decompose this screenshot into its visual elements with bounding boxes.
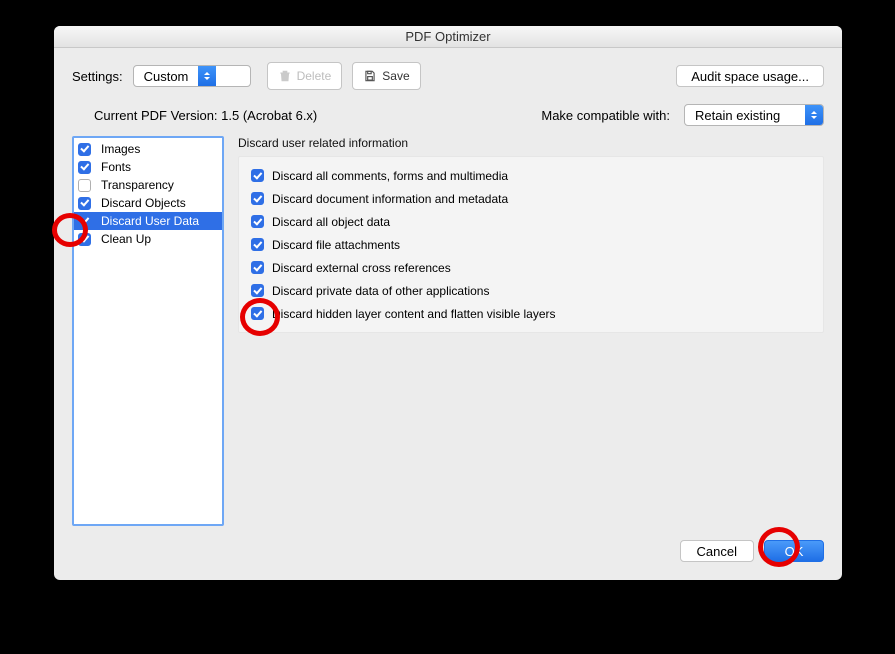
sidebar-item-label: Discard User Data [101,214,199,228]
sidebar-item-label: Discard Objects [101,196,186,210]
checkbox[interactable] [251,215,264,228]
checkbox[interactable] [78,233,91,246]
option-label: Discard hidden layer content and flatten… [272,308,556,320]
option-row: Discard external cross references [251,261,811,274]
option-label: Discard all object data [272,216,390,228]
option-row: Discard hidden layer content and flatten… [251,307,811,320]
save-button[interactable]: Save [352,62,420,90]
current-version-label: Current PDF Version: 1.5 (Acrobat 6.x) [94,108,317,123]
checkbox[interactable] [251,307,264,320]
option-row: Discard all comments, forms and multimed… [251,169,811,182]
option-row: Discard file attachments [251,238,811,251]
ok-button[interactable]: OK [764,540,824,562]
checkbox[interactable] [251,238,264,251]
compat-label: Make compatible with: [541,108,670,123]
compat-dropdown-value: Retain existing [685,108,805,123]
checkbox[interactable] [78,215,91,228]
checkbox[interactable] [78,179,91,192]
save-button-label: Save [382,69,409,83]
option-row: Discard document information and metadat… [251,192,811,205]
audit-space-usage-label: Audit space usage... [691,69,809,84]
audit-space-usage-button[interactable]: Audit space usage... [676,65,824,87]
toolbar: Settings: Custom Delete Save [72,62,824,90]
sidebar-item-label: Images [101,142,140,156]
checkbox[interactable] [251,261,264,274]
window-title: PDF Optimizer [54,26,842,48]
checkbox[interactable] [78,143,91,156]
chevron-updown-icon [805,105,823,125]
sidebar-item-label: Clean Up [101,232,151,246]
option-row: Discard all object data [251,215,811,228]
sidebar-item-images[interactable]: Images [74,140,222,158]
floppy-icon [363,69,377,83]
option-label: Discard document information and metadat… [272,193,508,205]
option-label: Discard private data of other applicatio… [272,285,489,297]
sidebar-item-transparency[interactable]: Transparency [74,176,222,194]
option-row: Discard private data of other applicatio… [251,284,811,297]
checkbox[interactable] [251,284,264,297]
sidebar-item-fonts[interactable]: Fonts [74,158,222,176]
options-pane: Discard user related information Discard… [238,136,824,333]
option-label: Discard file attachments [272,239,400,251]
trash-icon [278,69,292,83]
pane-title: Discard user related information [238,136,824,150]
settings-dropdown-value: Custom [134,69,199,84]
info-row: Current PDF Version: 1.5 (Acrobat 6.x) M… [78,104,824,126]
pdf-optimizer-window: PDF Optimizer Settings: Custom Delete [54,26,842,580]
checkbox[interactable] [78,197,91,210]
option-label: Discard external cross references [272,262,451,274]
options-box: Discard all comments, forms and multimed… [238,156,824,333]
category-sidebar: Images Fonts Transparency Discard Object… [72,136,224,526]
sidebar-item-label: Transparency [101,178,174,192]
delete-button: Delete [267,62,343,90]
sidebar-item-clean-up[interactable]: Clean Up [74,230,222,248]
cancel-button[interactable]: Cancel [680,540,754,562]
checkbox[interactable] [251,169,264,182]
dialog-footer: Cancel OK [72,540,824,562]
settings-label: Settings: [72,69,123,84]
cancel-button-label: Cancel [697,544,737,559]
sidebar-item-discard-user-data[interactable]: Discard User Data [74,212,222,230]
delete-button-label: Delete [297,69,332,83]
compat-dropdown[interactable]: Retain existing [684,104,824,126]
ok-button-label: OK [785,544,804,559]
sidebar-item-label: Fonts [101,160,131,174]
option-label: Discard all comments, forms and multimed… [272,170,508,182]
chevron-updown-icon [198,66,216,86]
settings-dropdown[interactable]: Custom [133,65,251,87]
checkbox[interactable] [251,192,264,205]
sidebar-item-discard-objects[interactable]: Discard Objects [74,194,222,212]
checkbox[interactable] [78,161,91,174]
